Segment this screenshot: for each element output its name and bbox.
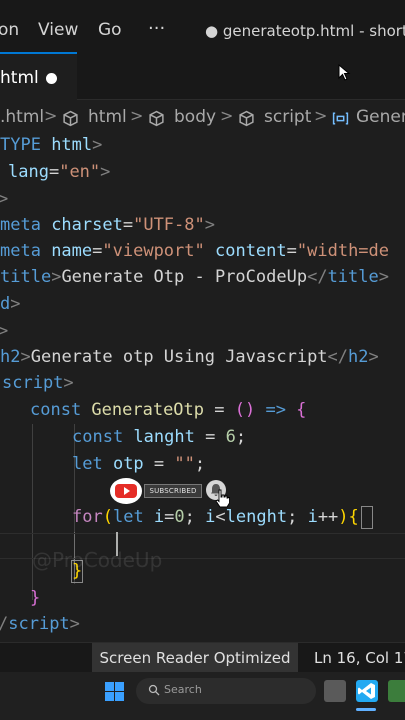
breadcrumb: .html > html > body > script > Gener	[0, 104, 405, 132]
cube-icon	[63, 110, 78, 127]
window-title: ● generateotp.html - shorts	[205, 22, 405, 40]
taskbar-search-box[interactable]	[136, 678, 316, 704]
taskbar-app-icon[interactable]	[388, 680, 405, 702]
cube-icon	[239, 110, 254, 127]
active-app-indicator	[356, 708, 376, 711]
youtube-icon[interactable]	[110, 478, 142, 504]
taskbar-search-label: Search	[164, 683, 202, 696]
windows-start-icon[interactable]	[105, 682, 125, 702]
vscode-taskbar-icon[interactable]	[356, 680, 378, 702]
subscribed-button[interactable]: SUBSCRIBED	[144, 484, 202, 498]
status-bar: Screen Reader Optimized Ln 16, Col 17	[0, 642, 405, 673]
breadcrumb-separator: >	[130, 106, 144, 125]
code-line: title>Generate Otp - ProCodeUp</title>	[0, 267, 389, 287]
indent-guide	[32, 424, 33, 600]
breadcrumb-separator: >	[220, 106, 234, 125]
cursor-position[interactable]: Ln 16, Col 17	[314, 643, 405, 673]
code-line: const langht = 6;	[72, 427, 247, 447]
tab-generateotp-html[interactable]: html	[0, 52, 77, 100]
screen-reader-mode-button[interactable]: Screen Reader Optimized	[92, 643, 298, 673]
code-line: let otp = "";	[72, 454, 206, 474]
breadcrumb-html[interactable]: html	[88, 107, 127, 127]
code-line: h2>Generate otp Using Javascript</h2>	[0, 347, 379, 367]
menu-selection[interactable]: on	[0, 20, 19, 40]
code-line: d>	[0, 294, 21, 314]
code-line: }	[30, 588, 41, 608]
search-icon	[148, 684, 160, 696]
code-line: /script>	[0, 614, 80, 634]
bracket-match-highlight	[361, 506, 373, 529]
cube-icon	[149, 110, 164, 127]
code-line: script>	[2, 373, 74, 393]
code-line: >	[0, 321, 9, 341]
tab-label: html	[0, 68, 39, 88]
hand-pointer-icon	[215, 489, 230, 508]
mouse-pointer-icon	[338, 64, 351, 81]
code-line: lang="en">	[8, 162, 111, 182]
menu-view[interactable]: View	[38, 20, 78, 40]
code-line: const GenerateOtp = () => {	[30, 400, 307, 420]
code-line: meta name="viewport" content="width=de	[0, 241, 390, 261]
variable-icon	[332, 112, 349, 125]
watermark: @ProCodeUp	[32, 548, 163, 572]
breadcrumb-separator: >	[44, 106, 58, 125]
breadcrumb-body[interactable]: body	[174, 107, 216, 127]
unsaved-dot-icon[interactable]	[46, 73, 57, 84]
menu-more[interactable]: ···	[148, 18, 165, 39]
code-line: meta charset="UTF-8">	[0, 215, 215, 235]
breadcrumb-generateotp[interactable]: Gener	[356, 107, 405, 127]
menu-go[interactable]: Go	[98, 20, 122, 40]
task-view-icon[interactable]	[324, 680, 346, 702]
breadcrumb-separator: >	[314, 106, 328, 125]
breadcrumb-file[interactable]: .html	[0, 107, 44, 127]
breadcrumb-script[interactable]: script	[264, 107, 311, 127]
code-line: >	[0, 189, 9, 209]
code-line: TYPE html>	[0, 135, 103, 155]
